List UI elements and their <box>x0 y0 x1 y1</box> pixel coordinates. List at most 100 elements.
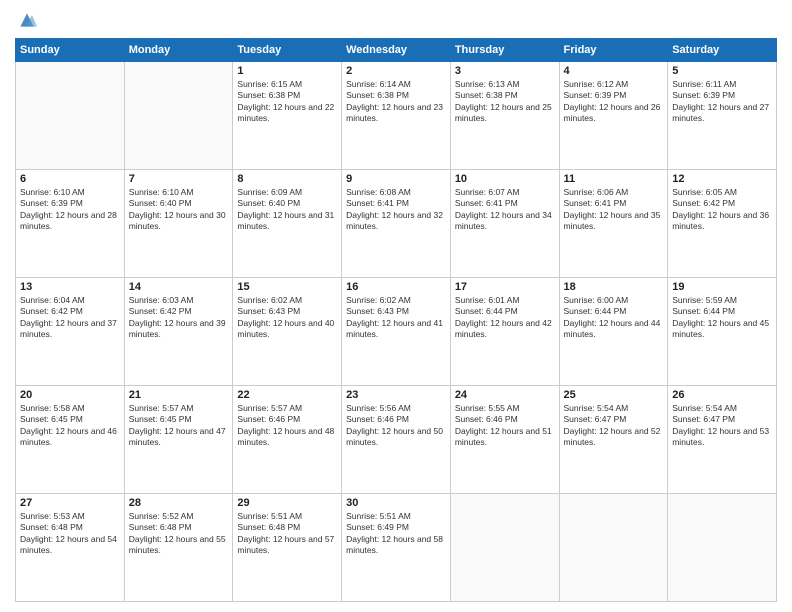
sunrise-text: Sunrise: 6:09 AM <box>237 187 337 198</box>
sunset-text: Sunset: 6:38 PM <box>455 90 555 101</box>
sunrise-text: Sunrise: 5:54 AM <box>672 403 772 414</box>
daylight-text: Daylight: 12 hours and 30 minutes. <box>129 210 229 233</box>
calendar-cell: 24Sunrise: 5:55 AMSunset: 6:46 PMDayligh… <box>450 386 559 494</box>
sunrise-text: Sunrise: 5:55 AM <box>455 403 555 414</box>
sunset-text: Sunset: 6:45 PM <box>129 414 229 425</box>
calendar-cell: 2Sunrise: 6:14 AMSunset: 6:38 PMDaylight… <box>342 62 451 170</box>
sunset-text: Sunset: 6:48 PM <box>129 522 229 533</box>
calendar-cell: 10Sunrise: 6:07 AMSunset: 6:41 PMDayligh… <box>450 170 559 278</box>
day-number: 14 <box>129 281 229 293</box>
calendar-cell: 21Sunrise: 5:57 AMSunset: 6:45 PMDayligh… <box>124 386 233 494</box>
sunrise-text: Sunrise: 6:02 AM <box>346 295 446 306</box>
sunrise-text: Sunrise: 6:07 AM <box>455 187 555 198</box>
day-number: 7 <box>129 173 229 185</box>
daylight-text: Daylight: 12 hours and 22 minutes. <box>237 102 337 125</box>
calendar-cell: 26Sunrise: 5:54 AMSunset: 6:47 PMDayligh… <box>668 386 777 494</box>
sunset-text: Sunset: 6:47 PM <box>564 414 664 425</box>
sunrise-text: Sunrise: 5:59 AM <box>672 295 772 306</box>
sunrise-text: Sunrise: 5:58 AM <box>20 403 120 414</box>
daylight-text: Daylight: 12 hours and 28 minutes. <box>20 210 120 233</box>
day-number: 27 <box>20 497 120 509</box>
col-header-sunday: Sunday <box>16 39 125 62</box>
daylight-text: Daylight: 12 hours and 57 minutes. <box>237 534 337 557</box>
logo <box>15 10 37 30</box>
day-number: 29 <box>237 497 337 509</box>
sunrise-text: Sunrise: 6:11 AM <box>672 79 772 90</box>
col-header-saturday: Saturday <box>668 39 777 62</box>
col-header-monday: Monday <box>124 39 233 62</box>
day-number: 17 <box>455 281 555 293</box>
day-number: 22 <box>237 389 337 401</box>
calendar-cell: 13Sunrise: 6:04 AMSunset: 6:42 PMDayligh… <box>16 278 125 386</box>
day-number: 13 <box>20 281 120 293</box>
day-number: 4 <box>564 65 664 77</box>
daylight-text: Daylight: 12 hours and 41 minutes. <box>346 318 446 341</box>
daylight-text: Daylight: 12 hours and 40 minutes. <box>237 318 337 341</box>
calendar-cell: 22Sunrise: 5:57 AMSunset: 6:46 PMDayligh… <box>233 386 342 494</box>
daylight-text: Daylight: 12 hours and 42 minutes. <box>455 318 555 341</box>
daylight-text: Daylight: 12 hours and 44 minutes. <box>564 318 664 341</box>
sunrise-text: Sunrise: 5:51 AM <box>346 511 446 522</box>
sunset-text: Sunset: 6:38 PM <box>237 90 337 101</box>
sunrise-text: Sunrise: 5:52 AM <box>129 511 229 522</box>
sunset-text: Sunset: 6:40 PM <box>129 198 229 209</box>
sunset-text: Sunset: 6:39 PM <box>20 198 120 209</box>
sunrise-text: Sunrise: 5:51 AM <box>237 511 337 522</box>
calendar-cell: 16Sunrise: 6:02 AMSunset: 6:43 PMDayligh… <box>342 278 451 386</box>
calendar-cell: 3Sunrise: 6:13 AMSunset: 6:38 PMDaylight… <box>450 62 559 170</box>
calendar-cell: 6 Sunrise: 6:10 AMSunset: 6:39 PMDaylight… <box>16 170 125 278</box>
day-number: 25 <box>564 389 664 401</box>
sunset-text: Sunset: 6:41 PM <box>346 198 446 209</box>
sunset-text: Sunset: 6:39 PM <box>564 90 664 101</box>
sunrise-text: Sunrise: 6:10 AM <box>20 187 120 198</box>
sunset-text: Sunset: 6:44 PM <box>455 306 555 317</box>
sunrise-text: Sunrise: 6:02 AM <box>237 295 337 306</box>
sunrise-text: Sunrise: 6:04 AM <box>20 295 120 306</box>
daylight-text: Daylight: 12 hours and 55 minutes. <box>129 534 229 557</box>
calendar-cell: 7 Sunrise: 6:10 AMSunset: 6:40 PMDaylight… <box>124 170 233 278</box>
daylight-text: Daylight: 12 hours and 31 minutes. <box>237 210 337 233</box>
calendar-cell: 11Sunrise: 6:06 AMSunset: 6:41 PMDayligh… <box>559 170 668 278</box>
sunset-text: Sunset: 6:48 PM <box>20 522 120 533</box>
sunrise-text: Sunrise: 6:10 AM <box>129 187 229 198</box>
day-number: 6 <box>20 173 120 185</box>
day-number: 26 <box>672 389 772 401</box>
daylight-text: Daylight: 12 hours and 39 minutes. <box>129 318 229 341</box>
day-number: 20 <box>20 389 120 401</box>
daylight-text: Daylight: 12 hours and 50 minutes. <box>346 426 446 449</box>
daylight-text: Daylight: 12 hours and 45 minutes. <box>672 318 772 341</box>
daylight-text: Daylight: 12 hours and 46 minutes. <box>20 426 120 449</box>
sunset-text: Sunset: 6:48 PM <box>237 522 337 533</box>
calendar-cell <box>668 494 777 602</box>
calendar-cell: 4Sunrise: 6:12 AMSunset: 6:39 PMDaylight… <box>559 62 668 170</box>
sunset-text: Sunset: 6:47 PM <box>672 414 772 425</box>
daylight-text: Daylight: 12 hours and 58 minutes. <box>346 534 446 557</box>
calendar-cell: 23Sunrise: 5:56 AMSunset: 6:46 PMDayligh… <box>342 386 451 494</box>
day-number: 15 <box>237 281 337 293</box>
sunset-text: Sunset: 6:40 PM <box>237 198 337 209</box>
sunrise-text: Sunrise: 6:13 AM <box>455 79 555 90</box>
calendar-cell: 17Sunrise: 6:01 AMSunset: 6:44 PMDayligh… <box>450 278 559 386</box>
sunset-text: Sunset: 6:43 PM <box>346 306 446 317</box>
sunrise-text: Sunrise: 5:57 AM <box>237 403 337 414</box>
daylight-text: Daylight: 12 hours and 27 minutes. <box>672 102 772 125</box>
col-header-wednesday: Wednesday <box>342 39 451 62</box>
sunset-text: Sunset: 6:46 PM <box>346 414 446 425</box>
calendar-cell: 19Sunrise: 5:59 AMSunset: 6:44 PMDayligh… <box>668 278 777 386</box>
calendar-table: SundayMondayTuesdayWednesdayThursdayFrid… <box>15 38 777 602</box>
sunset-text: Sunset: 6:49 PM <box>346 522 446 533</box>
sunrise-text: Sunrise: 6:08 AM <box>346 187 446 198</box>
sunrise-text: Sunrise: 6:06 AM <box>564 187 664 198</box>
sunset-text: Sunset: 6:42 PM <box>672 198 772 209</box>
header <box>15 10 777 30</box>
day-number: 1 <box>237 65 337 77</box>
sunset-text: Sunset: 6:41 PM <box>455 198 555 209</box>
sunrise-text: Sunrise: 5:54 AM <box>564 403 664 414</box>
day-number: 9 <box>346 173 446 185</box>
calendar-cell: 29 Sunrise: 5:51 AMSunset: 6:48 PMDayligh… <box>233 494 342 602</box>
sunset-text: Sunset: 6:45 PM <box>20 414 120 425</box>
day-number: 30 <box>346 497 446 509</box>
day-number: 12 <box>672 173 772 185</box>
sunrise-text: Sunrise: 6:14 AM <box>346 79 446 90</box>
calendar-cell: 1Sunrise: 6:15 AMSunset: 6:38 PMDaylight… <box>233 62 342 170</box>
